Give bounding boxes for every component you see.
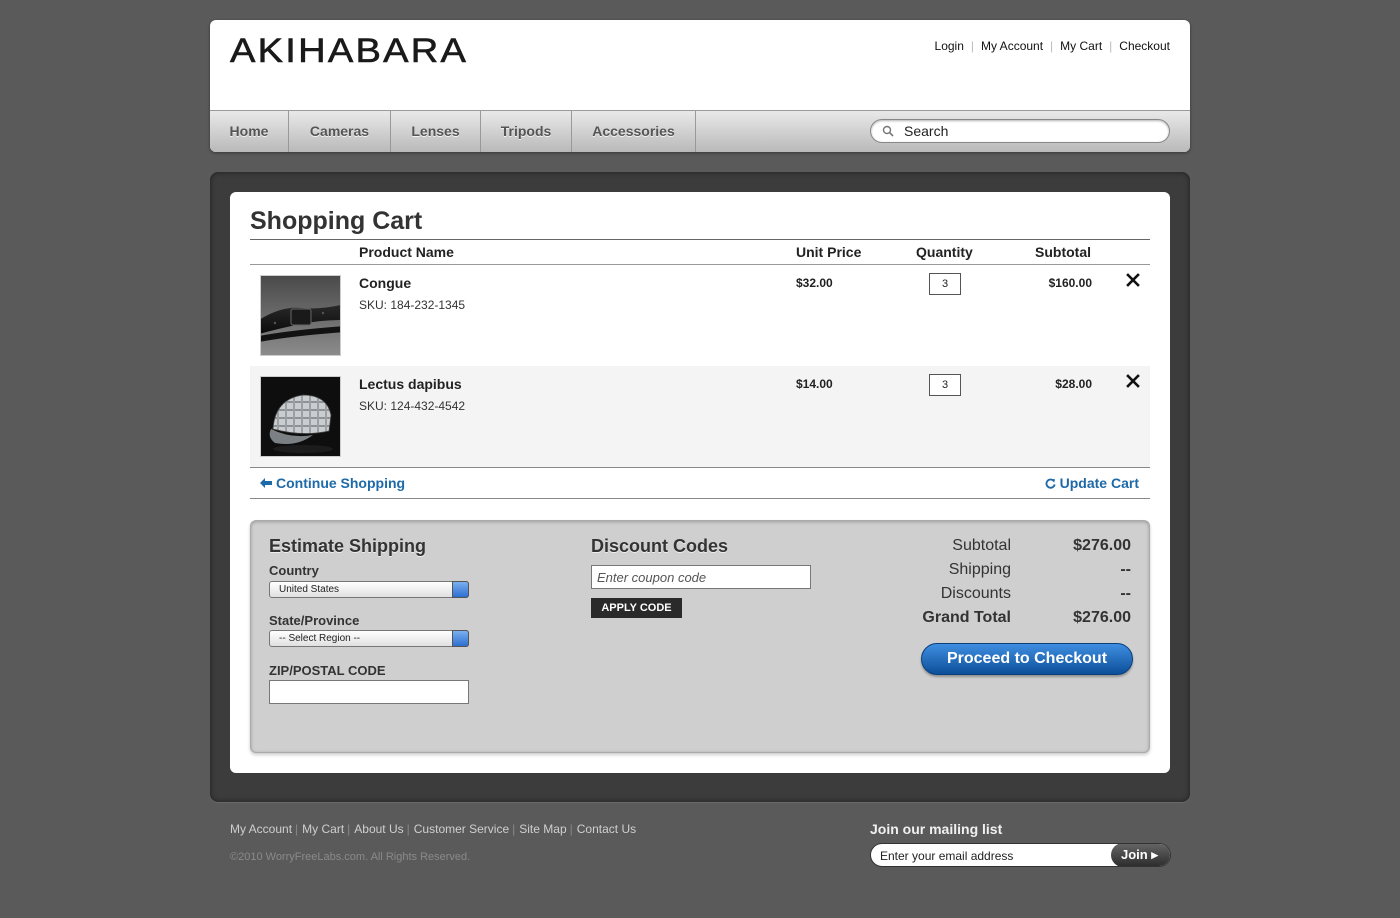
state-label: State/Province bbox=[269, 613, 360, 628]
table-row: Lectus dapibus SKU: 124-432-4542 $14.00 … bbox=[250, 366, 1150, 467]
select-arrow-icon bbox=[452, 581, 469, 598]
row-subtotal: $28.00 bbox=[1055, 377, 1092, 391]
discount-codes-title: Discount Codes bbox=[591, 536, 729, 556]
divider: | bbox=[347, 822, 351, 836]
country-label: Country bbox=[269, 563, 319, 578]
quantity-input[interactable]: 3 bbox=[929, 273, 961, 295]
country-select[interactable]: United States bbox=[269, 581, 469, 598]
checkout-link[interactable]: Checkout bbox=[1119, 39, 1170, 53]
update-cart-link[interactable]: Update Cart bbox=[1045, 475, 1139, 491]
divider: | bbox=[295, 822, 299, 836]
product-name[interactable]: Congue bbox=[359, 275, 411, 291]
belt-photo[interactable] bbox=[260, 275, 341, 356]
content-frame: Shopping Cart Product Name Unit Price Qu… bbox=[210, 172, 1190, 802]
nav-accessories[interactable]: Accessories bbox=[572, 111, 696, 152]
footer-links: My Account | My Cart | About Us | Customer … bbox=[230, 822, 636, 836]
update-cart-label: Update Cart bbox=[1059, 475, 1139, 491]
subtotal-value: $276.00 bbox=[1073, 537, 1131, 554]
country-value: United States bbox=[279, 584, 340, 595]
continue-shopping-label: Continue Shopping bbox=[276, 475, 406, 491]
footer-my-account-link[interactable]: My Account bbox=[230, 822, 292, 836]
product-name[interactable]: Lectus dapibus bbox=[359, 376, 462, 392]
continue-shopping-link[interactable]: Continue Shopping bbox=[260, 475, 405, 491]
quantity-input[interactable]: 3 bbox=[929, 374, 961, 396]
nav-cameras[interactable]: Cameras bbox=[289, 111, 391, 152]
divider: | bbox=[512, 822, 516, 836]
shipping-value: -- bbox=[1120, 561, 1131, 578]
mailing-list-title: Join our mailing list bbox=[870, 821, 1003, 837]
product-sku: SKU: 124-432-4542 bbox=[359, 399, 466, 413]
plaid-cap-photo[interactable] bbox=[260, 376, 341, 457]
divider bbox=[250, 467, 1150, 468]
table-row: Congue SKU: 184-232-1345 $32.00 3 $160.0… bbox=[250, 265, 1150, 366]
unit-price: $32.00 bbox=[796, 276, 833, 290]
nav-tripods[interactable]: Tripods bbox=[481, 111, 572, 152]
select-arrow-icon bbox=[452, 630, 469, 647]
column-header-subtotal: Subtotal bbox=[1035, 244, 1091, 260]
nav-home[interactable]: Home bbox=[210, 111, 289, 152]
search-input[interactable] bbox=[904, 122, 1154, 140]
cart-options-box: Estimate Shipping Country United States … bbox=[250, 520, 1150, 753]
row-subtotal: $160.00 bbox=[1048, 276, 1092, 290]
product-sku: SKU: 184-232-1345 bbox=[359, 298, 466, 312]
divider bbox=[250, 498, 1150, 499]
refresh-icon bbox=[1045, 478, 1056, 489]
main-nav: Home Cameras Lenses Tripods Accessories bbox=[210, 110, 1190, 152]
footer-contact-us-link[interactable]: Contact Us bbox=[577, 822, 636, 836]
join-button[interactable]: Join ▸ bbox=[1111, 844, 1170, 866]
state-select[interactable]: -- Select Region -- bbox=[269, 630, 469, 647]
footer-about-us-link[interactable]: About Us bbox=[354, 822, 403, 836]
remove-item-icon[interactable] bbox=[1125, 373, 1141, 389]
discounts-value: -- bbox=[1120, 585, 1131, 602]
email-input[interactable] bbox=[880, 847, 1110, 864]
site-logo[interactable]: AKIHABARA bbox=[230, 32, 468, 71]
remove-item-icon[interactable] bbox=[1125, 272, 1141, 288]
divider: | bbox=[406, 822, 410, 836]
copyright-text: ©2010 WorryFreeLabs.com. All Rights Rese… bbox=[230, 851, 471, 863]
unit-price: $14.00 bbox=[796, 377, 833, 391]
column-header-quantity: Quantity bbox=[916, 244, 973, 260]
my-account-link[interactable]: My Account bbox=[981, 39, 1043, 53]
state-value: -- Select Region -- bbox=[279, 633, 361, 644]
my-cart-link[interactable]: My Cart bbox=[1060, 39, 1102, 53]
apply-code-button[interactable]: APPLY CODE bbox=[591, 598, 682, 618]
column-header-unit-price: Unit Price bbox=[796, 244, 862, 260]
footer-site-map-link[interactable]: Site Map bbox=[519, 822, 566, 836]
arrow-left-icon bbox=[260, 478, 272, 488]
mailing-list-form: Join ▸ bbox=[870, 843, 1171, 867]
coupon-input[interactable] bbox=[591, 565, 811, 589]
footer-my-cart-link[interactable]: My Cart bbox=[302, 822, 344, 836]
grand-total-value: $276.00 bbox=[1073, 609, 1131, 626]
subtotal-label: Subtotal bbox=[952, 537, 1011, 554]
zip-label: ZIP/POSTAL CODE bbox=[269, 663, 386, 678]
divider bbox=[250, 239, 1150, 240]
footer-customer-service-link[interactable]: Customer Service bbox=[414, 822, 509, 836]
page-title: Shopping Cart bbox=[250, 207, 423, 235]
proceed-to-checkout-button[interactable]: Proceed to Checkout bbox=[921, 643, 1133, 675]
site-header: AKIHABARA Login | My Account | My Cart |… bbox=[210, 20, 1190, 152]
discounts-label: Discounts bbox=[940, 585, 1011, 602]
search-icon bbox=[882, 125, 894, 137]
divider: | bbox=[1050, 39, 1054, 53]
nav-lenses[interactable]: Lenses bbox=[391, 111, 481, 152]
grand-total-label: Grand Total bbox=[922, 609, 1011, 626]
divider: | bbox=[569, 822, 573, 836]
login-link[interactable]: Login bbox=[935, 39, 964, 53]
search-box bbox=[870, 119, 1170, 143]
cart-panel: Shopping Cart Product Name Unit Price Qu… bbox=[230, 192, 1170, 773]
divider: | bbox=[970, 39, 975, 53]
divider: | bbox=[1109, 39, 1113, 53]
estimate-shipping-title: Estimate Shipping bbox=[269, 536, 427, 556]
column-header-product: Product Name bbox=[359, 244, 454, 260]
zip-input[interactable] bbox=[269, 680, 469, 704]
shipping-label: Shipping bbox=[948, 561, 1011, 578]
top-links: Login | My Account | My Cart | Checkout bbox=[935, 39, 1170, 53]
